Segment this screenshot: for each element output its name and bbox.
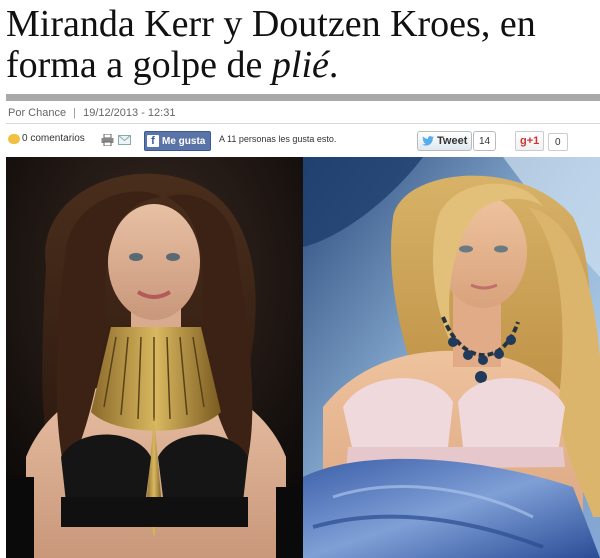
meta-divider <box>6 123 600 124</box>
photo-left <box>6 157 303 558</box>
comments-count: 0 comentarios <box>22 133 85 144</box>
print-icon[interactable] <box>101 134 114 146</box>
photo-right <box>303 157 600 558</box>
article-title: Miranda Kerr y Doutzen Kroes, en forma a… <box>6 4 596 86</box>
title-divider <box>6 94 600 101</box>
tweet-button[interactable]: Tweet <box>417 131 473 151</box>
tweet-count: 14 <box>473 131 497 151</box>
tweet-label: Tweet <box>437 135 468 147</box>
twitter-bird-icon <box>422 136 434 146</box>
mail-icon[interactable] <box>118 135 131 145</box>
comment-bubble-icon <box>8 133 20 144</box>
google-plus-count: 0 <box>548 133 568 151</box>
google-plus-button[interactable]: g+1 <box>515 131 545 151</box>
google-plus-label: g+1 <box>520 135 540 147</box>
title-text: Miranda Kerr y Doutzen Kroes, en forma a… <box>6 3 536 86</box>
share-bar: 0 comentarios f Me gusta A 11 personas l… <box>0 131 600 153</box>
comments-link[interactable]: 0 comentarios <box>8 133 85 144</box>
title-italic: plié <box>271 44 329 86</box>
facebook-like-count: A 11 personas les gusta esto. <box>219 134 337 144</box>
meta-separator: | <box>73 107 77 119</box>
publish-date: 19/12/2013 - 12:31 <box>83 107 176 119</box>
article-meta: Por Chance | 19/12/2013 - 12:31 <box>8 107 175 119</box>
facebook-like-label: Me gusta <box>162 135 206 147</box>
facebook-icon: f <box>147 135 159 147</box>
title-period: . <box>328 44 339 86</box>
facebook-like-button[interactable]: f Me gusta <box>144 131 212 151</box>
author: Por Chance <box>8 107 67 119</box>
